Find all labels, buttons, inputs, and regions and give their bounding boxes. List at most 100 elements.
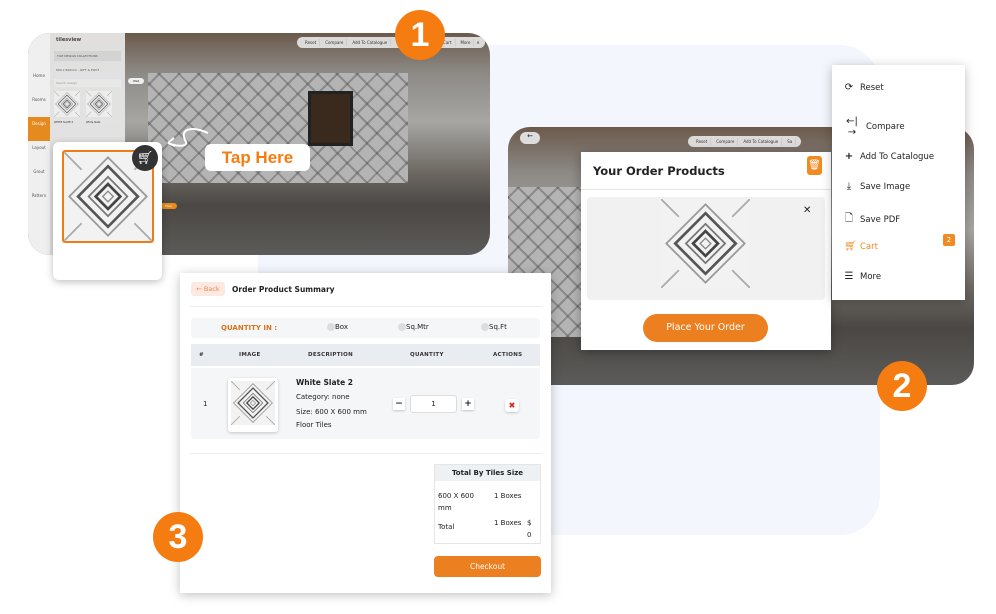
- nav-home[interactable]: Home: [28, 69, 50, 93]
- nav-pattern[interactable]: Pattern: [28, 189, 50, 213]
- menu-label: Save PDF: [860, 214, 901, 225]
- wall-label[interactable]: Wall: [128, 78, 145, 84]
- totals-boxes: 1 Boxes: [494, 492, 522, 500]
- radio-label: Sq.Mtr: [406, 323, 429, 331]
- page-title: Order Product Summary: [232, 285, 335, 294]
- back-arrow-icon[interactable]: ←: [520, 132, 540, 144]
- floor-label[interactable]: Floor: [160, 203, 178, 209]
- back-label: Back: [203, 285, 220, 293]
- tile-thumb[interactable]: WHITE SLATE 2: [53, 90, 81, 124]
- product-type: Floor Tiles: [296, 421, 332, 429]
- menu-item-reset[interactable]: ⟳ Reset: [844, 82, 884, 93]
- toolbar: Reset Compare Add To Catalogue Sa: [688, 136, 802, 147]
- add-to-catalogue-button[interactable]: Add To Catalogue: [740, 138, 783, 145]
- order-summary-page: ← Back Order Product Summary QUANTITY IN…: [180, 273, 551, 593]
- delete-icon[interactable]: ✖: [505, 399, 519, 412]
- menu-item-cart[interactable]: 🛒︎ Cart: [844, 241, 878, 252]
- actions-menu: ⟳ Reset ←|→ Compare + Add To Catalogue ⤓ Sav…: [832, 65, 965, 300]
- menu-item-add-to-catalogue[interactable]: + Add To Catalogue: [844, 151, 934, 162]
- save-button[interactable]: Sa: [784, 138, 797, 145]
- menu-label: More: [860, 271, 882, 282]
- modal-title: Your Order Products: [593, 164, 725, 178]
- refresh-icon: ⟳: [844, 82, 854, 93]
- reset-button[interactable]: Reset: [693, 138, 712, 145]
- size-select[interactable]: 600 x 600mm - GIFT & POUT: [54, 66, 121, 74]
- close-icon[interactable]: ✕: [476, 40, 479, 45]
- product-size: Size: 600 X 600 mm: [296, 408, 367, 416]
- more-button[interactable]: More: [458, 39, 475, 46]
- compare-icon: ←|→: [846, 116, 858, 138]
- nav-layout[interactable]: Layout: [28, 141, 50, 165]
- checkout-button[interactable]: Checkout: [434, 556, 541, 577]
- nav-rooms[interactable]: Rooms: [28, 93, 50, 117]
- totals-size: 600 X 600 mm: [438, 492, 474, 512]
- menu-item-compare[interactable]: ←|→ Compare: [844, 116, 905, 138]
- painting: [308, 91, 353, 146]
- table-header: # IMAGE DESCRIPTION QUANTITY ACTIONS: [191, 344, 540, 366]
- order-products-modal: Your Order Products 🗑︎ ✕ Place Your Orde…: [581, 152, 831, 350]
- sidebar-nav: Home Rooms Design Layout Grout Pattern: [28, 33, 50, 255]
- logo: tilesview: [56, 37, 82, 43]
- trash-icon[interactable]: 🗑︎: [807, 156, 822, 175]
- nav-grout[interactable]: Grout: [28, 165, 50, 189]
- column-header[interactable]: IMAGE: [239, 352, 261, 358]
- menu-item-save-image[interactable]: ⤓ Save Image: [844, 181, 910, 192]
- menu-label: Compare: [866, 122, 905, 132]
- radio-sqft[interactable]: Sq.Ft: [481, 323, 507, 331]
- product-name: White Slate 2: [296, 378, 354, 387]
- quantity-unit-selector: QUANTITY IN : Box Sq.Mtr Sq.Ft: [191, 318, 540, 338]
- place-order-button[interactable]: Place Your Order: [643, 314, 768, 342]
- search-input[interactable]: Search design: [54, 79, 121, 87]
- menu-label: Add To Catalogue: [860, 151, 935, 162]
- file-icon: 🗋︎: [844, 213, 854, 224]
- quantity-in-label: QUANTITY IN :: [221, 324, 278, 332]
- list-icon: ☰: [844, 271, 854, 282]
- add-to-catalogue-button[interactable]: Add To Catalogue: [349, 39, 392, 46]
- product-image: [228, 378, 278, 432]
- totals-amount: $ 0: [527, 519, 532, 539]
- radio-box[interactable]: Box: [327, 323, 348, 331]
- column-header[interactable]: #: [199, 352, 204, 358]
- totals-title: Total By Tiles Size: [435, 465, 540, 481]
- product-image: [659, 197, 752, 292]
- plus-icon: +: [844, 151, 854, 162]
- table-row: 1 White Slate 2 Category: none Size: 600…: [191, 368, 540, 439]
- column-header[interactable]: QUANTITY: [410, 352, 444, 358]
- menu-label: Reset: [860, 82, 884, 93]
- radio-sqmtr[interactable]: Sq.Mtr: [398, 323, 429, 331]
- column-header[interactable]: ACTIONS: [493, 352, 522, 358]
- arrow-icon: [167, 128, 209, 147]
- tile-preview-card: 🛒︎: [53, 142, 162, 280]
- cart-plus-icon[interactable]: 🛒︎: [132, 145, 158, 171]
- increment-button[interactable]: +: [462, 398, 474, 410]
- menu-item-save-pdf[interactable]: 🗋︎ Save PDF: [844, 211, 900, 228]
- column-header[interactable]: DESCRIPTION: [308, 352, 353, 358]
- download-icon: ⤓: [846, 181, 852, 192]
- step-badge-1: 1: [395, 10, 445, 60]
- radio-label: Box: [335, 323, 349, 331]
- decrement-button[interactable]: −: [393, 398, 405, 410]
- nav-design[interactable]: Design: [28, 117, 50, 141]
- back-button[interactable]: ← Back: [191, 282, 225, 296]
- cart-icon: 🛒︎: [844, 241, 857, 252]
- totals-table: Total By Tiles Size 600 X 600 mm 1 Boxes…: [434, 464, 541, 544]
- panel-title: TILE DESIGN COLLECTIONS: [54, 51, 121, 61]
- menu-item-more[interactable]: ☰ More: [844, 271, 882, 282]
- order-product-item: ✕: [587, 197, 825, 300]
- radio-label: Sq.Ft: [489, 323, 507, 331]
- tile-name: WHITE SLATE 2: [54, 121, 74, 124]
- quantity-input[interactable]: 1: [410, 395, 457, 413]
- compare-button[interactable]: Compare: [713, 138, 739, 145]
- compare-button[interactable]: Compare: [322, 39, 348, 46]
- menu-label: Cart: [860, 241, 878, 252]
- cart-count-badge: 2: [943, 234, 955, 246]
- remove-icon[interactable]: ✕: [803, 205, 811, 216]
- tap-here-callout: Tap Here: [205, 144, 310, 171]
- tile-thumb[interactable]: White Slate: [85, 90, 113, 124]
- totals-label: Total: [438, 523, 455, 531]
- arrow-left-icon: ←: [196, 285, 202, 293]
- reset-button[interactable]: Reset: [302, 39, 321, 46]
- totals-boxes: 1 Boxes: [494, 519, 522, 527]
- row-index: 1: [203, 400, 208, 408]
- step-badge-2: 2: [877, 361, 927, 411]
